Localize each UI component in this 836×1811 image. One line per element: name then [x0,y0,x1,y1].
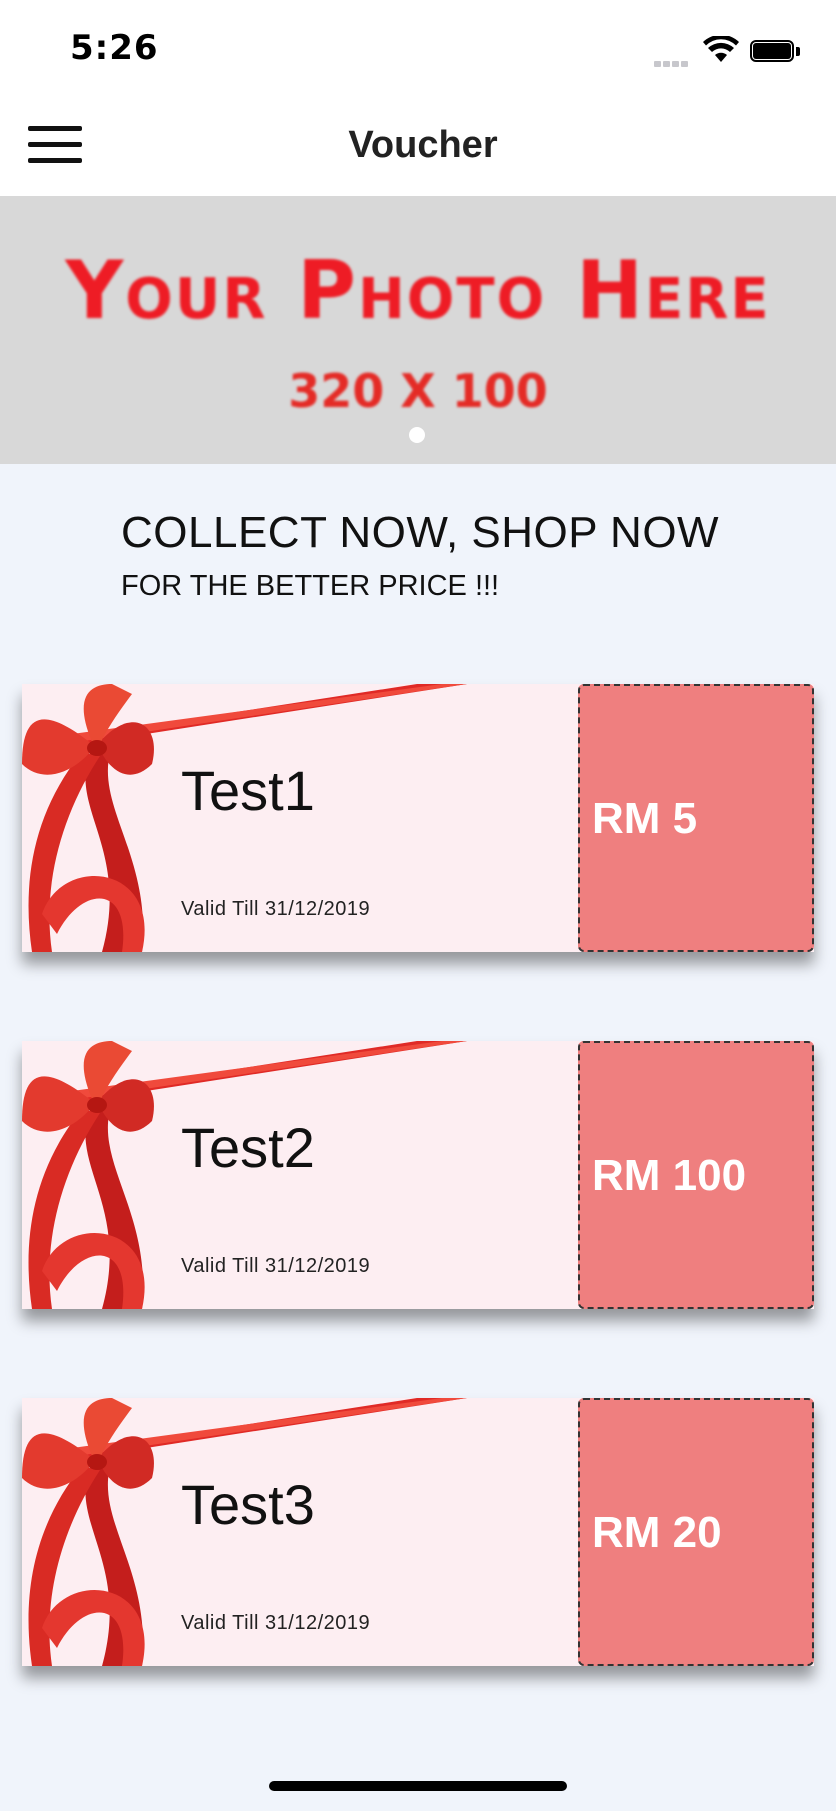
banner-size-label: 320 X 100 [288,364,548,418]
battery-icon [750,40,802,64]
banner-title: Your Photo Here [65,244,771,337]
promo-headline: COLLECT NOW, SHOP NOW [121,508,720,557]
voucher-amount: RM 20 [592,1508,722,1557]
carousel-page-indicator[interactable] [409,427,425,443]
voucher-validity: Valid Till 31/12/2019 [181,1612,371,1634]
page-title: Voucher [348,124,498,166]
voucher-amount-box[interactable]: RM 20 [578,1398,814,1666]
voucher-amount-box[interactable]: RM 5 [578,684,814,952]
status-time: 5:26 [70,28,159,68]
voucher-card[interactable]: Test1 Valid Till 31/12/2019 RM 5 [22,684,814,952]
voucher-amount: RM 5 [592,794,698,843]
voucher-name: Test1 [181,759,315,822]
voucher-validity: Valid Till 31/12/2019 [181,898,371,920]
status-bar: 5:26 [0,0,836,100]
cellular-signal-icon [654,54,694,67]
voucher-name: Test2 [181,1116,315,1179]
voucher-card[interactable]: Test2 Valid Till 31/12/2019 RM 100 [22,1041,814,1309]
wifi-icon [703,36,739,62]
banner-carousel[interactable]: Your Photo Here 320 X 100 [0,196,836,464]
voucher-amount: RM 100 [592,1151,747,1200]
home-indicator[interactable] [269,1781,567,1791]
navigation-bar: Voucher [0,100,836,196]
voucher-name: Test3 [181,1473,315,1536]
promo-subheadline: FOR THE BETTER PRICE !!! [121,570,500,602]
voucher-amount-box[interactable]: RM 100 [578,1041,814,1309]
voucher-card[interactable]: Test3 Valid Till 31/12/2019 RM 20 [22,1398,814,1666]
voucher-validity: Valid Till 31/12/2019 [181,1255,371,1277]
